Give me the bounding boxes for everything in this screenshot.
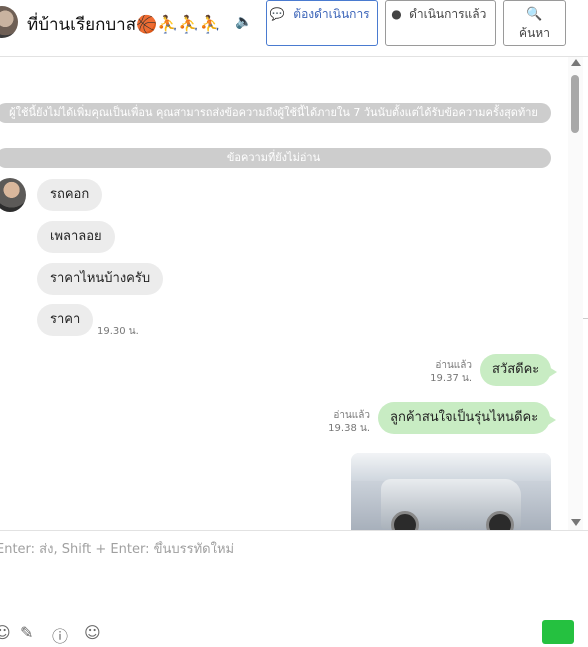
read-status: อ่านแล้ว [333,410,370,421]
search-icon: 🔍 [526,7,543,22]
outgoing-message[interactable]: สวัสดีคะ [480,354,558,386]
divider [583,318,588,319]
done-button[interactable]: ● ดำเนินการแล้ว [385,0,496,46]
scrollbar[interactable] [568,57,583,530]
scroll-down-icon[interactable] [571,519,581,526]
photo-shed [351,453,551,481]
outgoing-message[interactable]: ลูกค้าสนใจเป็นรุ่นไหนดีคะ [378,402,557,434]
pending-label: ต้องดำเนินการ [293,7,370,21]
sender-avatar[interactable] [0,178,26,212]
chat-check-icon: ● [391,7,402,21]
done-label: ดำเนินการแล้ว [409,7,487,21]
incoming-message[interactable]: ราคา [37,304,94,336]
message-meta: อ่านแล้ว 19.37 น. [430,359,472,385]
pending-button[interactable]: 💬 ต้องดำเนินการ [266,0,378,46]
unfriend-notice: ผู้ใช้นี้ยังไม่ได้เพิ่มคุณเป็นเพื่อน คุณ… [0,103,551,123]
search-button[interactable]: 🔍 ค้นหา [503,0,566,46]
contact-avatar[interactable] [0,6,18,38]
message-time: 19.30 น. [97,326,139,337]
search-label: ค้นหา [519,26,550,40]
truck-photo[interactable] [351,453,551,530]
unread-divider: ข้อความที่ยังไม่อ่าน [0,148,551,168]
info-icon[interactable]: ⓘ [52,623,68,647]
message-time: 19.38 น. [328,423,370,434]
composer: ☺ ✎ ⓘ ☺ [0,530,588,646]
incoming-message[interactable]: รถคอก [37,179,103,211]
message-meta: อ่านแล้ว 19.38 น. [328,409,370,435]
scroll-thumb[interactable] [571,75,579,133]
scroll-up-icon[interactable] [571,59,581,66]
message-list[interactable]: ผู้ใช้นี้ยังไม่ได้เพิ่มคุณเป็นเพื่อน คุณ… [0,57,568,530]
message-input[interactable] [0,541,558,558]
send-button[interactable] [542,620,574,644]
speaker-icon[interactable]: 🔈 [235,14,252,30]
incoming-message[interactable]: ราคาไหนบ้างครับ [37,263,164,295]
message-time: 19.37 น. [430,373,472,384]
chat-bubble-icon: 💬 [269,7,285,21]
chat-header: ที่บ้านเรียกบาส🏀⛹️⛹️⛹️ 🔈 💬 ต้องดำเนินการ … [0,0,588,57]
incoming-message[interactable]: เพลาลอย [37,221,115,253]
read-status: อ่านแล้ว [435,360,472,371]
contact-name: ที่บ้านเรียกบาส🏀⛹️⛹️⛹️ [27,15,221,35]
